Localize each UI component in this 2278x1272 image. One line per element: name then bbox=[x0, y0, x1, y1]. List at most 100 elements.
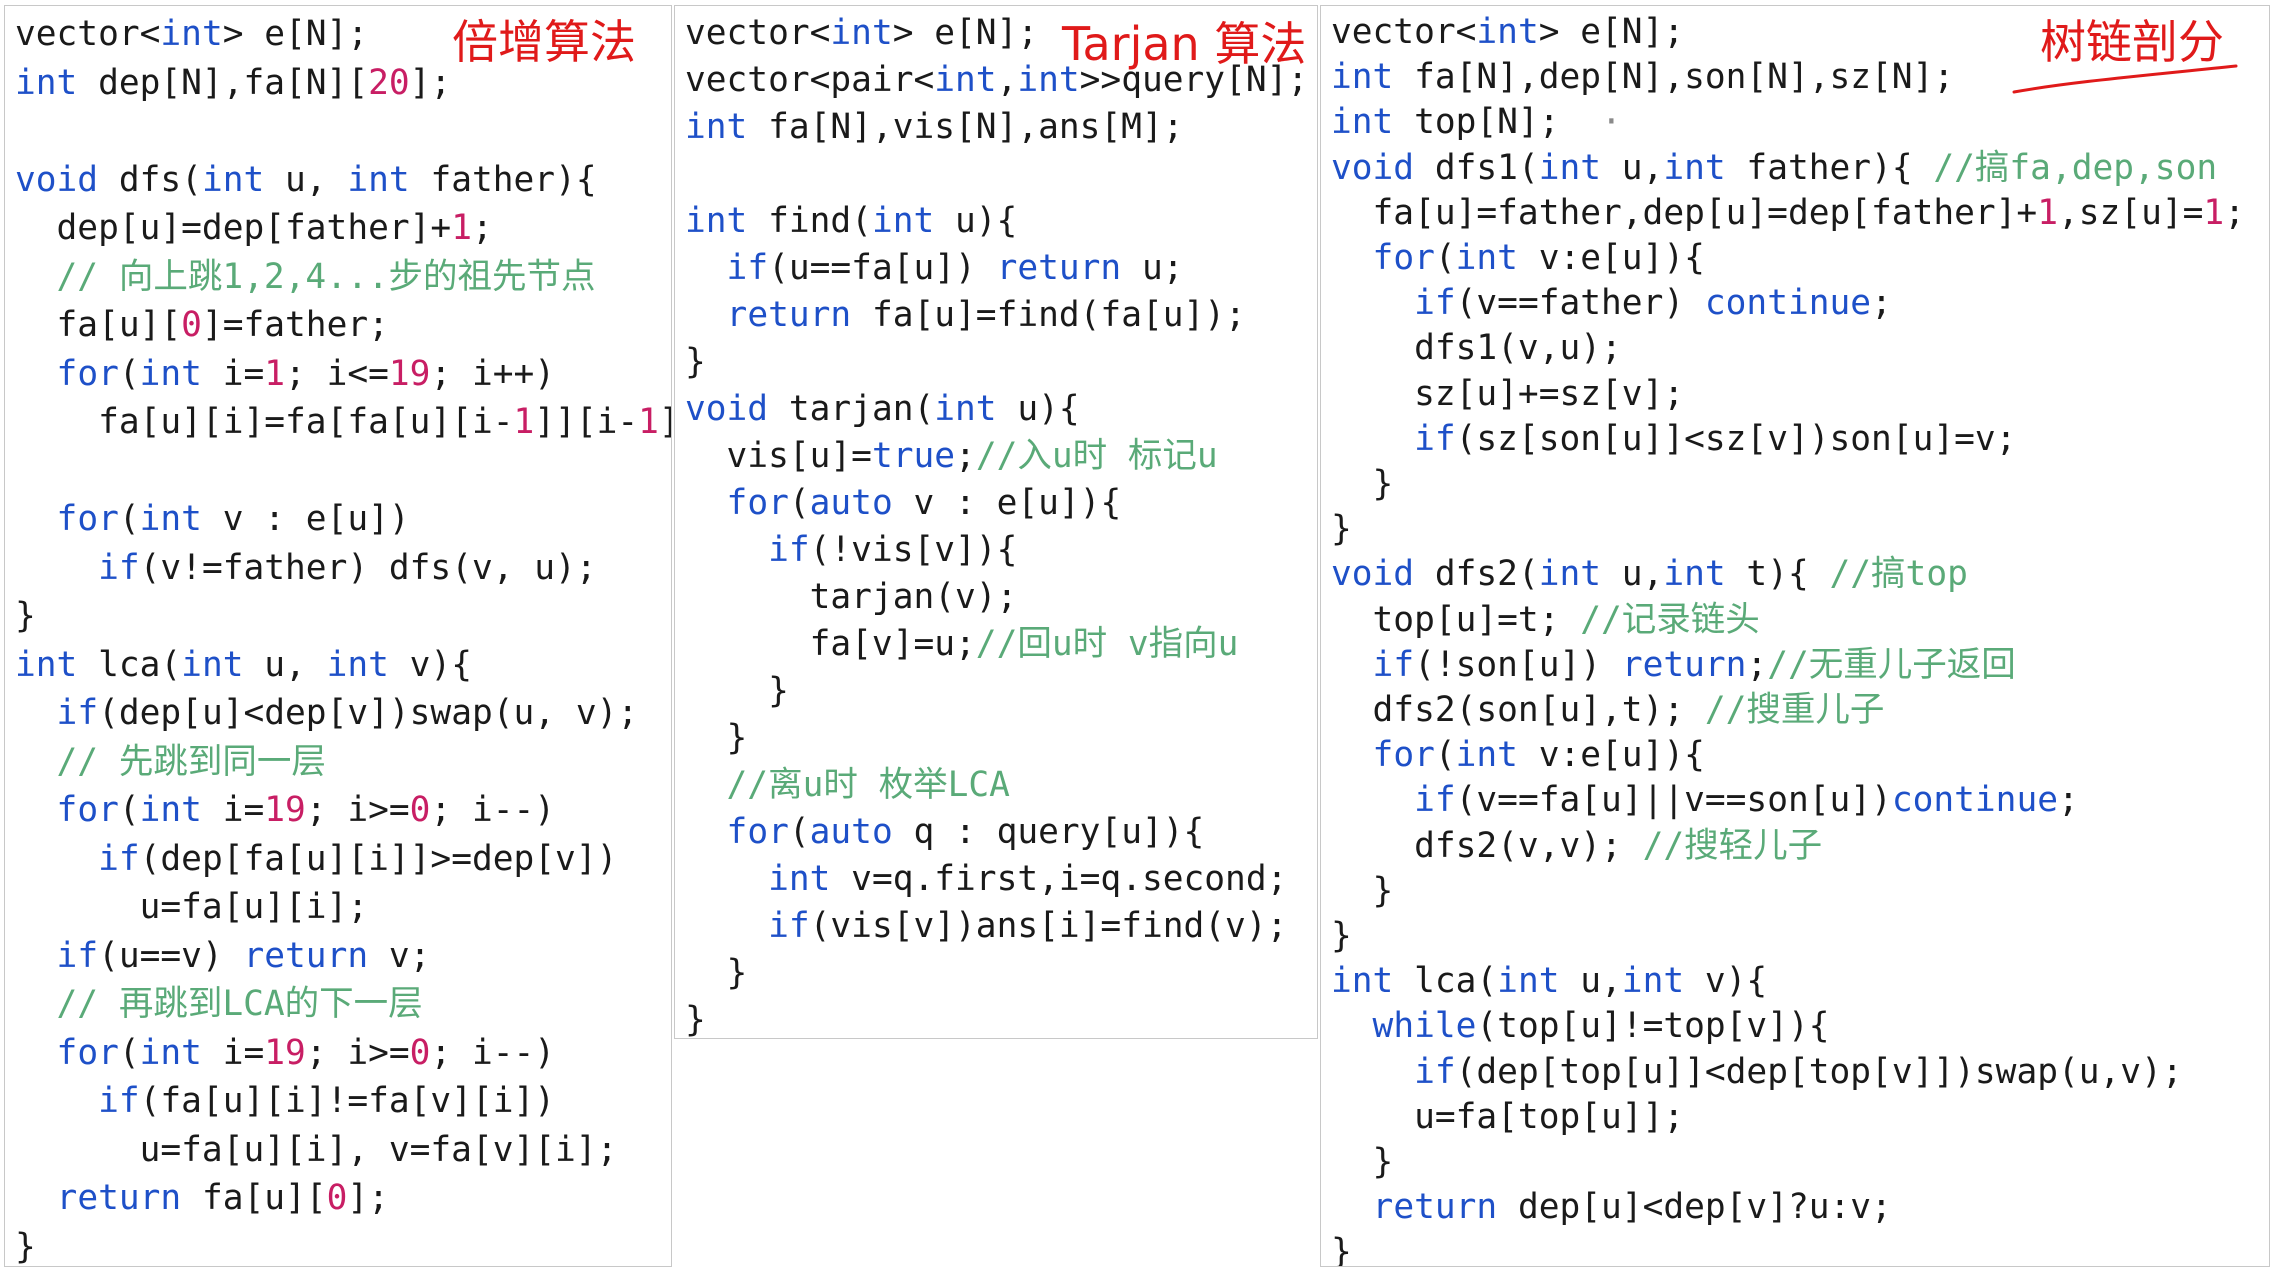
code-token: q : query[u]){ bbox=[892, 812, 1205, 852]
code-token: u, bbox=[1601, 554, 1664, 595]
code-token: ( bbox=[788, 483, 810, 523]
code-token: ,sz[u]= bbox=[2058, 192, 2204, 233]
code-token: 0 bbox=[181, 305, 202, 345]
code-token: int bbox=[1331, 102, 1394, 143]
code-token: int bbox=[201, 159, 265, 200]
code-line: void dfs2(int u,int t){ //搞top bbox=[1331, 552, 2245, 597]
code-token: int bbox=[1476, 12, 1539, 52]
code-token: , bbox=[996, 60, 1018, 100]
code-token: int bbox=[15, 644, 78, 685]
code-token: v:e[u]){ bbox=[1517, 735, 1705, 776]
code-token: ; bbox=[1871, 283, 1892, 324]
code-token: } bbox=[1331, 1232, 1352, 1267]
code-token: (top[u]!=top[v]){ bbox=[1476, 1006, 1830, 1047]
code-token: //搜重儿子 bbox=[1704, 690, 1885, 731]
code-token: ; i++) bbox=[430, 353, 556, 394]
code-token: ; bbox=[1746, 644, 1768, 685]
code-token: tarjan(v); bbox=[685, 577, 1018, 617]
code-token: 0 bbox=[326, 1178, 348, 1218]
code-line: } bbox=[1331, 914, 2245, 959]
code-token: dep[u]<dep[v]?u:v; bbox=[1497, 1187, 1892, 1228]
code-token: return bbox=[1621, 644, 1747, 685]
code-token: ( bbox=[118, 790, 140, 830]
code-line: int find(int u){ bbox=[685, 198, 1308, 245]
code-line: for(int v:e[u]){ bbox=[1331, 733, 2245, 778]
code-token: } bbox=[1331, 464, 1394, 505]
code-token: if bbox=[1414, 283, 1456, 324]
code-token: int bbox=[160, 14, 223, 54]
code-token: v : e[u]){ bbox=[892, 483, 1122, 523]
code-token: int bbox=[685, 107, 748, 147]
code-token: //离u时 枚举LCA bbox=[685, 765, 1010, 805]
code-line: if(!son[u]) return;//无重儿子返回 bbox=[1331, 643, 2245, 688]
code-line: u=fa[u][i]; bbox=[15, 883, 671, 932]
code-token: dfs2(son[u],t); bbox=[1331, 690, 1705, 731]
code-line: for(int i=19; i>=0; i--) bbox=[15, 1029, 671, 1078]
code-line: int v=q.first,i=q.second; bbox=[685, 856, 1308, 903]
code-line: if(fa[u][i]!=fa[v][i]) bbox=[15, 1077, 671, 1126]
code-token: } bbox=[1331, 509, 1352, 550]
code-token: tarjan( bbox=[768, 389, 935, 429]
code-token: auto bbox=[809, 812, 893, 852]
code-token: v=q.first,i=q.second; bbox=[830, 859, 1288, 899]
code-token: ; i<= bbox=[285, 353, 389, 394]
code-token: u){ bbox=[996, 389, 1080, 429]
code-token: 1 bbox=[2037, 192, 2058, 233]
code-token: int bbox=[1538, 554, 1602, 595]
code-token: ]=father; bbox=[201, 305, 389, 345]
code-token: fa[u][i]=fa[fa[u][i- bbox=[15, 402, 514, 442]
code-token: lca( bbox=[77, 644, 182, 685]
code-token: 0 bbox=[409, 790, 431, 830]
code-token: (vis[v])ans[i]=find(v); bbox=[809, 906, 1288, 946]
code-token: ( bbox=[1434, 238, 1456, 279]
code-token: (sz[son[u]]<sz[v])son[u]=v; bbox=[1455, 418, 2017, 459]
code-token: 1 bbox=[2203, 192, 2225, 233]
code-token: if bbox=[56, 935, 99, 976]
code-token: } bbox=[15, 596, 36, 636]
code-line: dep[u]=dep[father]+1; bbox=[15, 204, 671, 253]
code-line: void dfs(int u, int father){ bbox=[15, 156, 671, 205]
code-token: (!son[u]) bbox=[1414, 644, 1622, 685]
code-line: fa[v]=u;//回u时 v指向u bbox=[685, 621, 1308, 668]
code-token: fa[u][ bbox=[181, 1178, 327, 1218]
code-token: //入u时 标记u bbox=[975, 436, 1218, 476]
code-token: fa[N],vis[N],ans[M]; bbox=[747, 107, 1184, 147]
code-token: t){ bbox=[1725, 554, 1830, 595]
code-token: vector<pair< bbox=[685, 60, 935, 100]
code-token: u=fa[u][i]; bbox=[15, 887, 369, 927]
code-token: · bbox=[1601, 102, 1622, 143]
code-token: vector< bbox=[685, 13, 831, 53]
code-line: if(u==fa[u]) return u; bbox=[685, 245, 1308, 292]
code-token: return bbox=[56, 1178, 182, 1218]
code-token: 0 bbox=[409, 1032, 431, 1073]
code-line: if(v==father) continue; bbox=[1331, 281, 2245, 326]
code-token: int bbox=[1621, 961, 1685, 1002]
code-line: } bbox=[685, 715, 1308, 762]
code-token: int bbox=[139, 790, 202, 830]
code-token: vis[u]= bbox=[685, 436, 872, 476]
code-token: ; i>= bbox=[305, 1032, 410, 1073]
code-line: int lca(int u,int v){ bbox=[1331, 959, 2245, 1004]
code-token: top[N]; bbox=[1393, 102, 1602, 143]
code-token: int bbox=[1497, 961, 1560, 1002]
code-line: // 先跳到同一层 bbox=[15, 738, 671, 787]
code-token: vector< bbox=[15, 14, 161, 54]
code-token: dep[u]=dep[father]+ bbox=[15, 208, 452, 248]
code-line: return dep[u]<dep[v]?u:v; bbox=[1331, 1185, 2245, 1230]
code-token: u, bbox=[1559, 961, 1622, 1002]
code-token: v:e[u]){ bbox=[1517, 238, 1705, 279]
code-token: (u==fa[u]) bbox=[768, 248, 997, 288]
code-token: v){ bbox=[1684, 961, 1768, 1002]
code-token: int bbox=[768, 859, 831, 899]
code-token: // 再跳到LCA的下一层 bbox=[15, 984, 423, 1024]
code-token: dfs1( bbox=[1414, 147, 1539, 188]
code-token: vector< bbox=[1331, 12, 1477, 52]
